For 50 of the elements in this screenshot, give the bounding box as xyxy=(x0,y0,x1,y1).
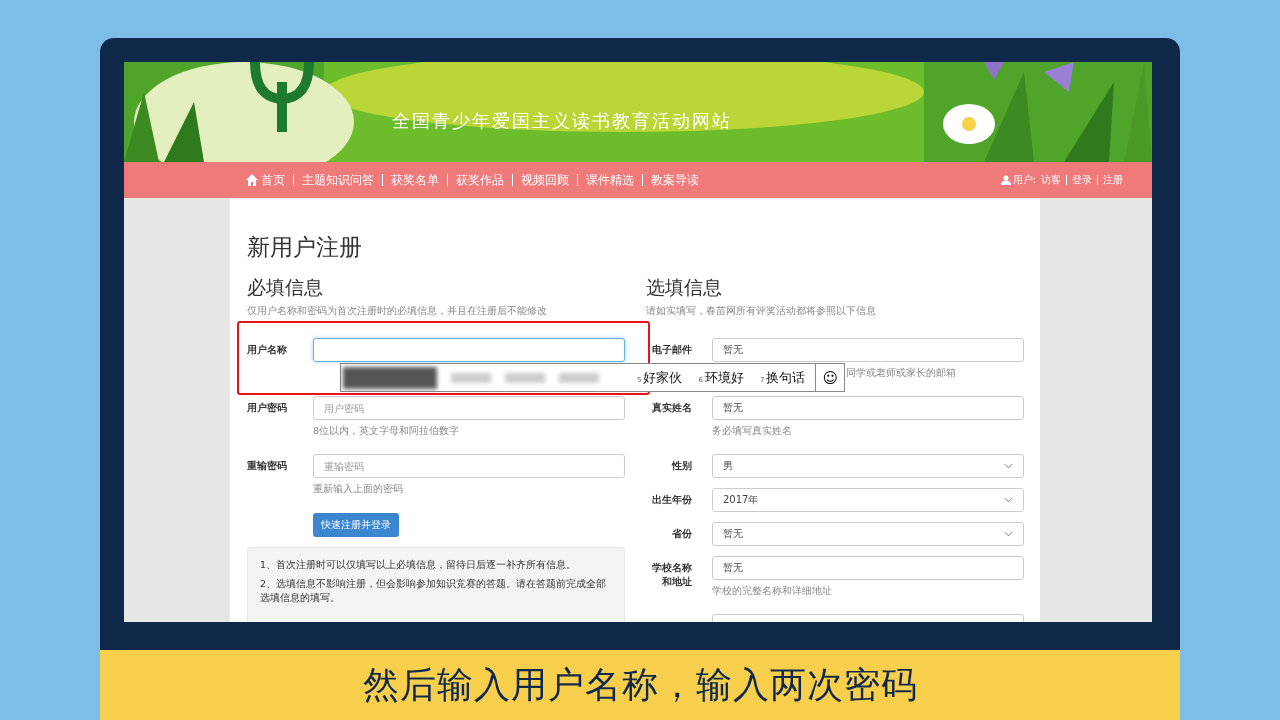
register-button[interactable]: 快速注册并登录 xyxy=(313,513,399,537)
note-text: 2、选填信息不影响注册，但会影响参加知识竞赛的答题。请在答题前完成全部选填信息的填写。 xyxy=(260,577,608,605)
user-label: 用户: xyxy=(1012,173,1036,187)
nav-link[interactable]: 课件精选 xyxy=(578,174,643,186)
select-field[interactable]: 暂无 xyxy=(712,522,1024,546)
field-hint: 同学或老师或家长的邮箱 xyxy=(846,367,956,379)
field-label: 省份 xyxy=(671,527,692,541)
section-heading: 必填信息 xyxy=(247,275,324,299)
input-field[interactable] xyxy=(313,338,625,362)
nav-link[interactable]: 教案导读 xyxy=(643,174,707,186)
field-label: 出生年份 xyxy=(651,493,692,507)
note-text: 1、首次注册时可以仅填写以上必填信息，留待日后逐一补齐所有信息。 xyxy=(260,558,578,572)
home-icon xyxy=(246,174,258,186)
nav-link[interactable]: 主题知识问答 xyxy=(294,174,383,186)
user-icon xyxy=(1000,175,1011,185)
chevron-down-icon xyxy=(1004,463,1013,469)
nav-link[interactable]: 获奖作品 xyxy=(448,174,513,186)
field-label: 重输密码 xyxy=(247,459,288,473)
field-label: 性别 xyxy=(670,459,692,473)
emoji-button[interactable]: ☺ xyxy=(815,364,844,391)
select-field[interactable]: 2017年 xyxy=(712,488,1024,512)
field-label: 用户名称 xyxy=(247,343,288,357)
field-hint: 8位以内，英文字母和阿拉伯数字 xyxy=(313,425,460,437)
nav-link[interactable]: 视频回顾 xyxy=(513,174,578,186)
section-note: 仅用户名称和密码为首次注册时的必填信息，并且在注册后不能修改 xyxy=(247,304,548,318)
select-field[interactable]: 男 xyxy=(712,454,1024,478)
field-label: 用户密码 xyxy=(247,401,288,415)
input-field[interactable]: 用户密码 xyxy=(313,396,625,420)
caption-text: 然后输入用户名称，输入两次密码 xyxy=(362,662,918,707)
field-hint: 重新输入上面的密码 xyxy=(313,483,403,495)
section-note: 请如实填写，春苗网所有评奖活动都将参照以下信息 xyxy=(646,304,877,318)
site-subtitle: 全国青少年爱国主义读书教育活动网站 xyxy=(392,109,732,133)
field-hint: 务必填写真实姓名 xyxy=(712,425,792,437)
field-label: 真实姓名 xyxy=(651,401,692,415)
input-field[interactable]: 暂无 xyxy=(712,338,1024,362)
account-link[interactable]: 登录 xyxy=(1067,175,1098,185)
nav-link[interactable]: 首页 xyxy=(246,174,294,186)
chevron-down-icon xyxy=(1004,497,1013,503)
section-heading: 选填信息 xyxy=(646,275,723,299)
page-title: 新用户注册 xyxy=(247,233,363,261)
input-field[interactable]: 暂无 xyxy=(712,556,1024,580)
field-hint: 学校的完整名称和详细地址 xyxy=(712,585,832,597)
account-link[interactable]: 注册 xyxy=(1098,175,1128,185)
chevron-down-icon xyxy=(1004,531,1013,537)
username-link[interactable]: 访客 xyxy=(1036,175,1067,185)
field-label: 电子邮件 xyxy=(651,343,692,357)
input-field[interactable]: 暂无 xyxy=(712,396,1024,420)
field-label: 学校名称和地址 xyxy=(651,561,692,589)
nav-link[interactable]: 获奖名单 xyxy=(383,174,448,186)
input-field[interactable]: 重输密码 xyxy=(313,454,625,478)
